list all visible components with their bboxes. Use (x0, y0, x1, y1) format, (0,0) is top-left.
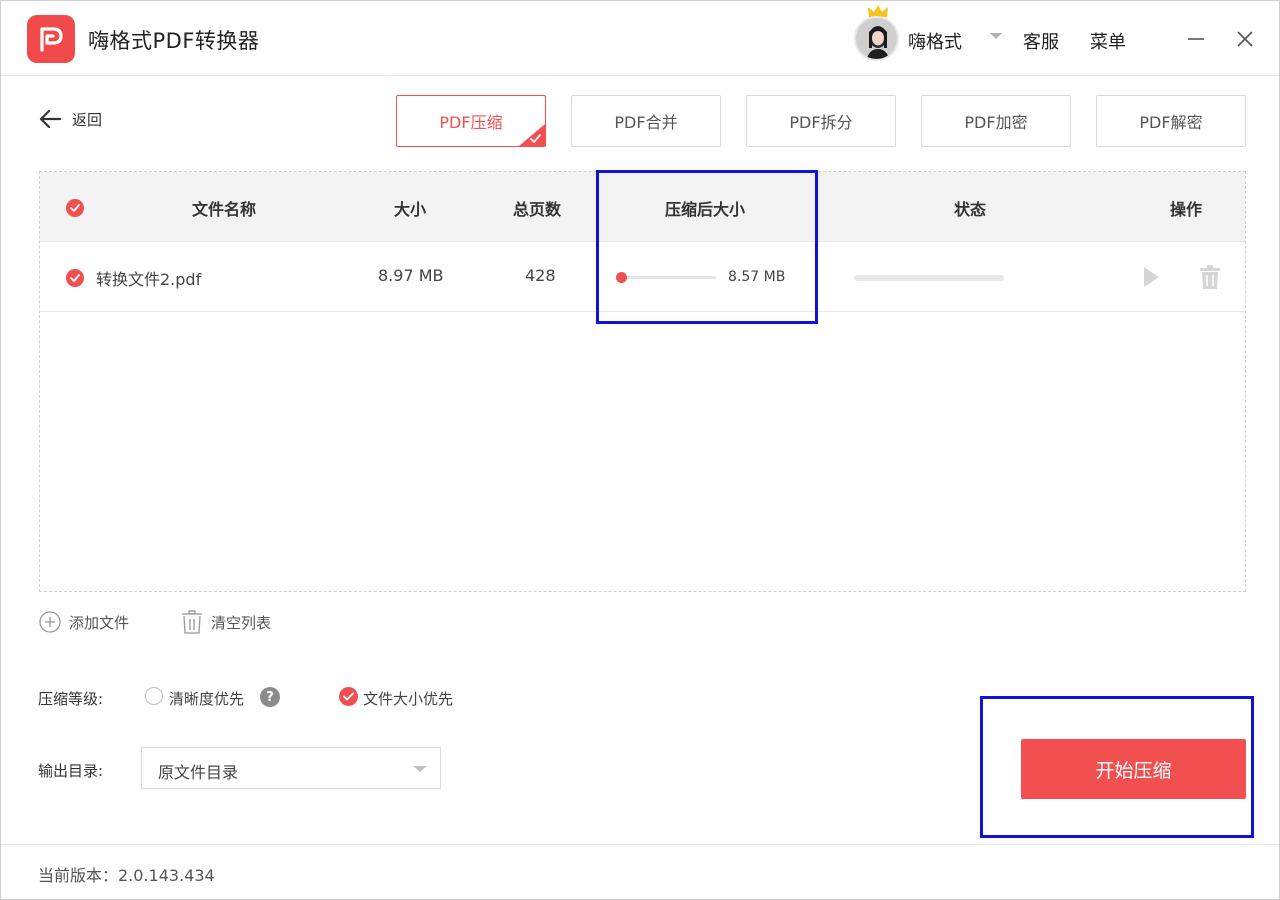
play-icon[interactable] (1141, 265, 1161, 289)
row-pages: 428 (525, 266, 556, 285)
minimize-icon[interactable] (1186, 29, 1206, 49)
row-size: 8.97 MB (378, 266, 444, 285)
tab-label: PDF解密 (1139, 113, 1203, 132)
header-status: 状态 (954, 200, 987, 219)
table-row[interactable]: 转换文件2.pdf 8.97 MB 428 8.57 MB (40, 242, 1245, 312)
trash-icon[interactable] (1199, 264, 1221, 290)
table-header: 文件名称 大小 总页数 压缩后大小 状态 操作 (40, 172, 1245, 242)
check-icon (343, 692, 354, 701)
start-compress-button[interactable]: 开始压缩 (1021, 739, 1246, 799)
version-text: 当前版本：2.0.143.434 (38, 866, 215, 885)
option-size-label[interactable]: 文件大小优先 (363, 688, 453, 709)
avatar[interactable] (854, 16, 899, 61)
compression-slider-handle[interactable] (616, 272, 627, 283)
check-icon (70, 274, 80, 282)
output-dir-label: 输出目录: (38, 762, 104, 780)
check-corner-icon (519, 124, 545, 146)
back-label: 返回 (72, 110, 103, 129)
output-dir-value: 原文件目录 (158, 763, 239, 782)
select-all-checkbox[interactable] (66, 199, 84, 217)
customer-service-link[interactable]: 客服 (1023, 28, 1059, 54)
title-bar: 嗨格式PDF转换器 嗨格式 客服 菜单 (1, 1, 1279, 76)
trash-outline-icon (182, 610, 202, 634)
header-compressed-size: 压缩后大小 (665, 200, 746, 219)
app-title: 嗨格式PDF转换器 (88, 29, 260, 53)
tab-pdf-decrypt[interactable]: PDF解密 (1096, 95, 1246, 147)
header-actions: 操作 (1170, 200, 1203, 219)
back-button[interactable]: 返回 (38, 108, 102, 130)
tab-pdf-compress[interactable]: PDF压缩 (396, 95, 546, 147)
clear-list-label: 清空列表 (211, 613, 272, 632)
output-dir-select[interactable]: 原文件目录 (141, 747, 441, 789)
tab-label: PDF加密 (964, 113, 1028, 132)
app-logo-icon (27, 15, 75, 63)
row-checkbox[interactable] (66, 269, 84, 287)
check-icon (70, 204, 80, 212)
row-compressed-size: 8.57 MB (728, 269, 786, 285)
tab-label: PDF压缩 (439, 113, 503, 132)
tab-pdf-merge[interactable]: PDF合并 (571, 95, 721, 147)
close-icon[interactable] (1235, 29, 1255, 49)
tab-label: PDF拆分 (789, 113, 853, 132)
row-file-name: 转换文件2.pdf (96, 270, 202, 289)
tab-label: PDF合并 (614, 113, 678, 132)
header-size: 大小 (394, 200, 427, 219)
add-file-label: 添加文件 (69, 613, 130, 632)
clear-list-button[interactable]: 清空列表 (181, 610, 271, 634)
file-table: 文件名称 大小 总页数 压缩后大小 状态 操作 转换文件2.pdf 8.97 M… (39, 171, 1246, 592)
tab-pdf-split[interactable]: PDF拆分 (746, 95, 896, 147)
option-quality-label[interactable]: 清晰度优先 (169, 688, 244, 709)
radio-size-priority[interactable] (339, 687, 358, 706)
user-name[interactable]: 嗨格式 (908, 28, 962, 54)
chevron-down-icon[interactable] (989, 32, 1003, 40)
menu-link[interactable]: 菜单 (1090, 28, 1126, 54)
header-file-name: 文件名称 (192, 200, 257, 219)
tab-pdf-encrypt[interactable]: PDF加密 (921, 95, 1071, 147)
compression-slider-track[interactable] (618, 276, 716, 279)
status-progress-bar (854, 275, 1004, 281)
chevron-down-icon (413, 766, 427, 772)
header-pages: 总页数 (513, 200, 562, 219)
compression-level-label: 压缩等级: (38, 690, 104, 708)
user-avatar-icon (856, 18, 897, 59)
help-icon[interactable]: ? (260, 687, 280, 707)
app-window: 嗨格式PDF转换器 嗨格式 客服 菜单 返回 PDF压缩 PDF合并 PDF拆分… (0, 0, 1280, 900)
add-file-button[interactable]: 添加文件 (39, 611, 129, 633)
plus-circle-icon (39, 611, 61, 633)
footer: 当前版本：2.0.143.434 (1, 844, 1279, 899)
arrow-left-icon (39, 109, 62, 129)
radio-quality-priority[interactable] (145, 687, 163, 705)
